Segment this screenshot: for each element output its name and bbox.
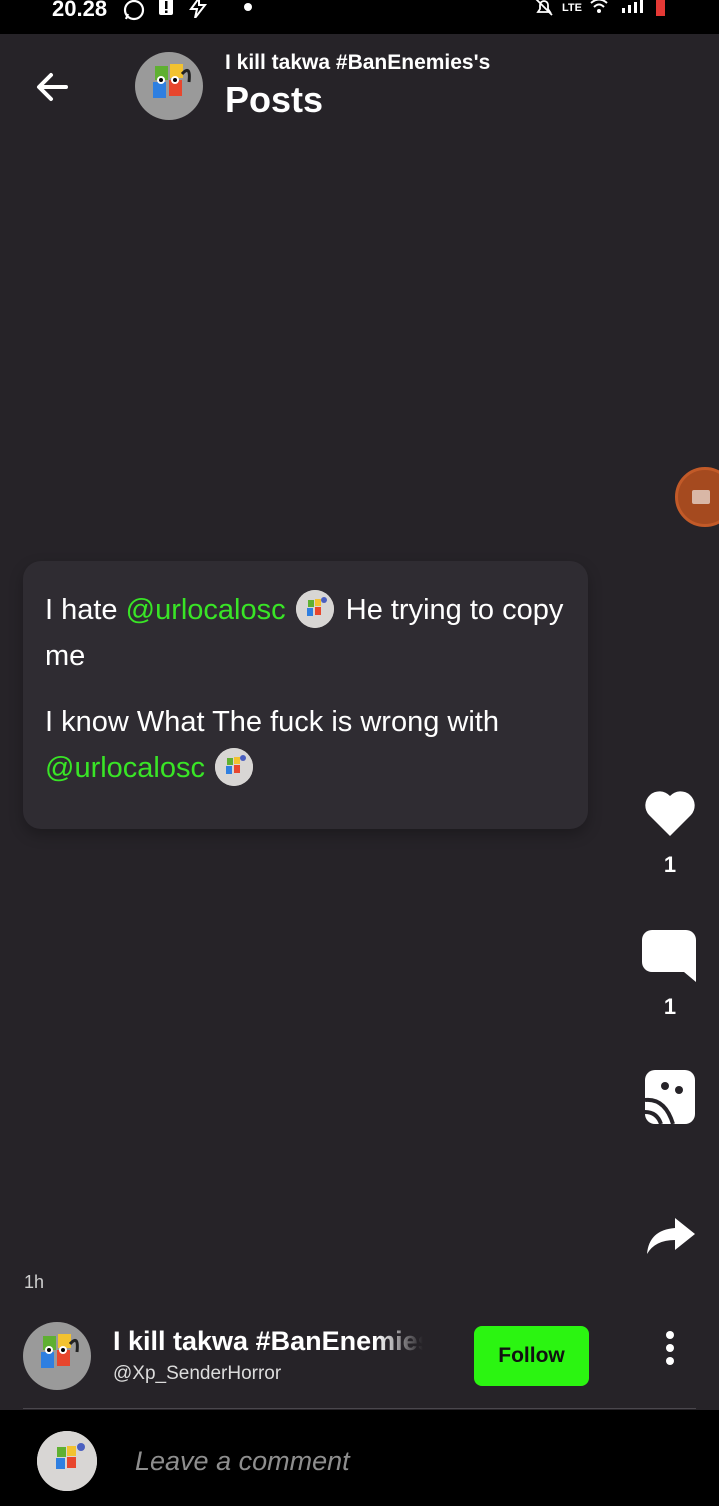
comment-button[interactable] [640,928,700,989]
user-avatar[interactable] [37,1431,97,1491]
author-handle[interactable]: @Xp_SenderHorror [113,1363,281,1385]
like-count: 1 [663,852,677,877]
like-button[interactable] [640,788,700,843]
more-vertical-icon[interactable] [660,1328,680,1368]
status-bar: 20.28 LTE [0,0,719,34]
comment-input[interactable] [135,1440,675,1482]
floating-video-bubble[interactable] [675,467,719,527]
author-avatar[interactable] [23,1322,91,1390]
post-paragraph-2: I know What The fuck is wrong with @urlo… [45,699,566,791]
comment-count: 1 [663,994,677,1019]
stitch-button[interactable] [640,1068,700,1131]
mention-avatar [215,748,254,787]
mention-link[interactable]: @urlocalosc [45,752,205,784]
battery-icon [656,0,665,16]
mute-icon [534,0,554,21]
notification-dot-icon [243,0,253,19]
stitch-icon [644,1070,695,1125]
header: I kill takwa #BanEnemies's Posts [0,34,719,144]
divider [23,1408,696,1409]
video-icon [692,490,710,504]
author-name[interactable]: I kill takwa #BanEnemies [113,1326,423,1357]
signal-icon [622,0,648,19]
comment-icon [642,930,696,982]
header-subtitle: I kill takwa #BanEnemies's [225,51,491,74]
flash-icon [187,0,209,24]
page-title: Posts [225,79,324,120]
share-icon [647,1218,695,1254]
heart-icon [645,791,695,836]
post-paragraph-1: I hate @urlocalosc He trying to copy me [45,587,566,679]
comment-bar [0,1410,719,1506]
mention-avatar [295,590,334,629]
follow-button[interactable]: Follow [474,1326,589,1386]
profile-avatar[interactable] [135,52,203,120]
post-text: I hate [45,594,126,626]
post-timestamp: 1h [24,1272,45,1292]
post-card: I hate @urlocalosc He trying to copy me … [23,561,588,829]
status-time: 20.28 [52,0,108,21]
share-button[interactable] [640,1216,700,1261]
alert-icon [158,0,174,24]
post-text: I know What The fuck is wrong with [45,706,499,738]
network-type-label: LTE [562,2,582,14]
mention-link[interactable]: @urlocalosc [126,594,286,626]
whatsapp-icon [122,0,146,28]
back-arrow-icon[interactable] [30,64,76,110]
author-row: I kill takwa #BanEnemies @Xp_SenderHorro… [0,1318,719,1408]
wifi-icon [590,0,608,19]
